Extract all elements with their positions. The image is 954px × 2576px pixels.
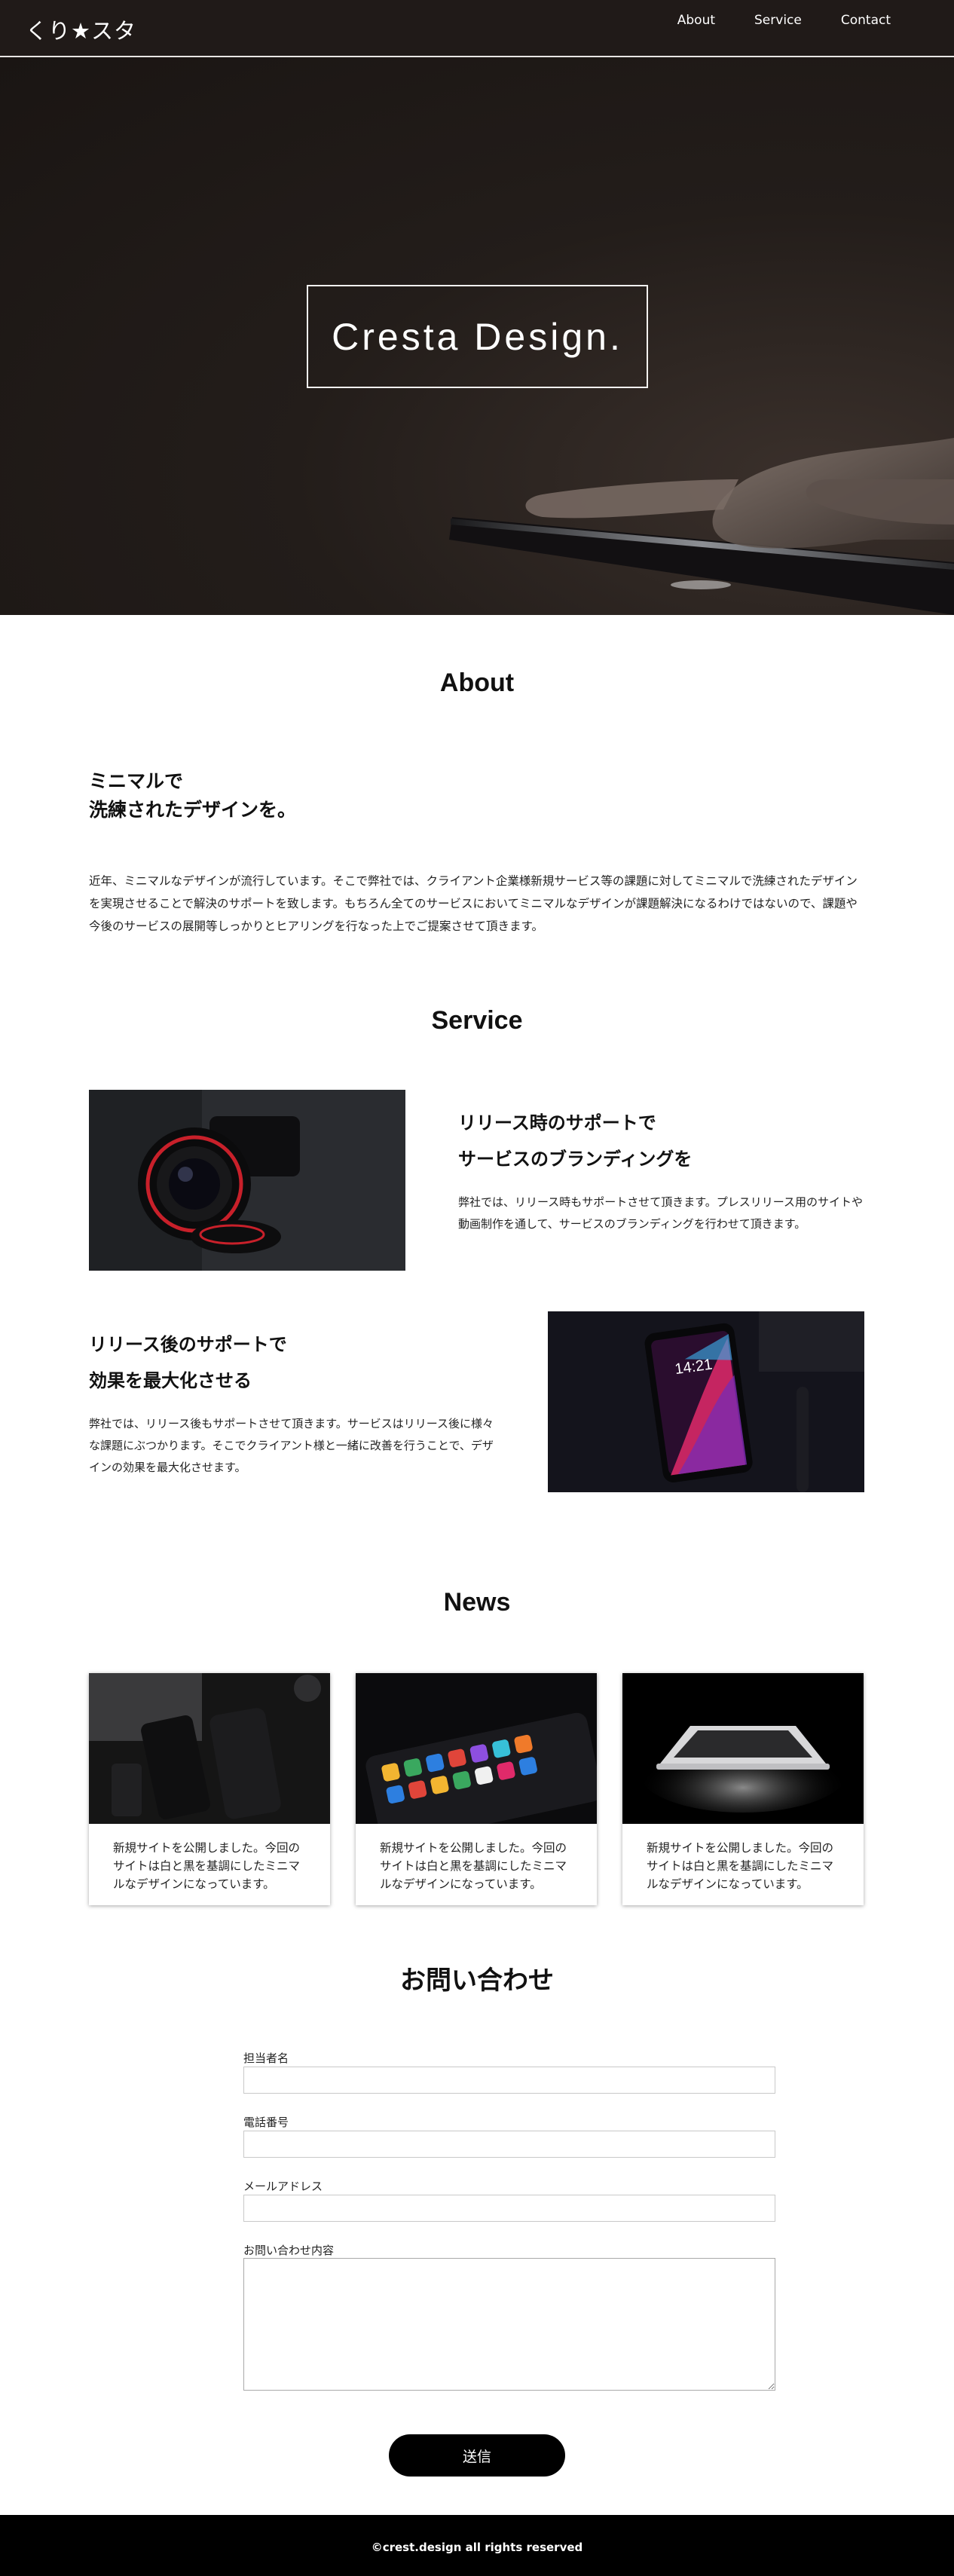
copyright-text: ©crest.design all rights reserved xyxy=(371,2541,583,2554)
nav-link-service[interactable]: Service xyxy=(754,13,802,28)
nav-link-contact[interactable]: Contact xyxy=(841,13,891,28)
main-nav: About Service Contact xyxy=(677,13,891,28)
service-2-heading-line2: 効果を最大化させる xyxy=(89,1370,252,1391)
hero-title-box: Cresta Design. xyxy=(307,285,648,388)
laptop-photo-icon xyxy=(622,1673,864,1824)
news-title: News xyxy=(443,1588,511,1617)
news-card[interactable]: 新規サイトを公開しました。今回のサイトは白と黒を基調にしたミニマルなデザインにな… xyxy=(622,1673,864,1905)
service-2-heading-line1: リリース後のサポートで xyxy=(89,1334,287,1355)
camera-photo-icon xyxy=(89,1090,405,1271)
news-text: 新規サイトを公開しました。今回のサイトは白と黒を基調にしたミニマルなデザインにな… xyxy=(113,1841,301,1891)
devices-photo-icon xyxy=(89,1673,330,1824)
contact-message-textarea[interactable] xyxy=(243,2258,775,2391)
news-card[interactable]: 新規サイトを公開しました。今回のサイトは白と黒を基調にしたミニマルなデザインにな… xyxy=(356,1673,597,1905)
site-header: くり★スタ About Service Contact xyxy=(0,0,954,57)
hero-title: Cresta Design. xyxy=(332,315,623,358)
about-title: About xyxy=(439,668,515,697)
contact-title: お問い合わせ xyxy=(400,1966,554,1995)
about-heading-line1: ミニマルで xyxy=(89,770,184,792)
site-footer: ©crest.design all rights reserved xyxy=(0,2515,954,2576)
contact-phone-input[interactable] xyxy=(243,2131,775,2158)
service-1-heading-line2: サービスのブランディングを xyxy=(458,1149,693,1170)
news-text: 新規サイトを公開しました。今回のサイトは白と黒を基調にしたミニマルなデザインにな… xyxy=(380,1841,567,1891)
news-image-apps xyxy=(356,1673,597,1824)
smartphone-photo-icon: 14:21 xyxy=(548,1311,864,1492)
about-heading-line2: 洗練されたデザインを。 xyxy=(89,799,297,821)
submit-button[interactable]: 送信 xyxy=(389,2434,565,2477)
contact-email-label: メールアドレス xyxy=(243,2180,323,2193)
contact-email-input[interactable] xyxy=(243,2195,775,2222)
about-text: 近年、ミニマルなデザインが流行しています。そこで弊社では、クライアント企業様新規… xyxy=(89,874,858,933)
contact-name-input[interactable] xyxy=(243,2067,775,2094)
news-card[interactable]: 新規サイトを公開しました。今回のサイトは白と黒を基調にしたミニマルなデザインにな… xyxy=(89,1673,330,1905)
service-1-heading: リリース時のサポートで サービスのブランディングを xyxy=(458,1105,692,1177)
phone-apps-photo-icon xyxy=(356,1673,597,1824)
contact-message-label: お問い合わせ内容 xyxy=(243,2244,335,2257)
site-logo[interactable]: くり★スタ xyxy=(26,14,136,45)
service-title: Service xyxy=(431,1006,523,1035)
service-1-text: 弊社では、リリース時もサポートさせて頂きます。プレスリリース用のサイトや動画制作… xyxy=(458,1195,864,1231)
service-2-text: 弊社では、リリース後もサポートさせて頂きます。サービスはリリース後に様々な課題に… xyxy=(89,1417,494,1474)
service-1-heading-line1: リリース時のサポートで xyxy=(458,1112,656,1134)
hero-section: Cresta Design. xyxy=(0,57,954,615)
service-camera-image xyxy=(89,1090,405,1271)
about-heading: ミニマルで 洗練されたデザインを。 xyxy=(89,767,296,825)
service-phone-image: 14:21 xyxy=(548,1311,864,1492)
news-image-laptop xyxy=(622,1673,864,1824)
news-image-devices xyxy=(89,1673,330,1824)
news-text: 新規サイトを公開しました。今回のサイトは白と黒を基調にしたミニマルなデザインにな… xyxy=(647,1841,834,1891)
service-2-heading: リリース後のサポートで 効果を最大化させる xyxy=(89,1326,287,1399)
contact-name-label: 担当者名 xyxy=(243,2051,289,2065)
nav-link-about[interactable]: About xyxy=(677,13,715,28)
contact-phone-label: 電話番号 xyxy=(243,2116,289,2129)
